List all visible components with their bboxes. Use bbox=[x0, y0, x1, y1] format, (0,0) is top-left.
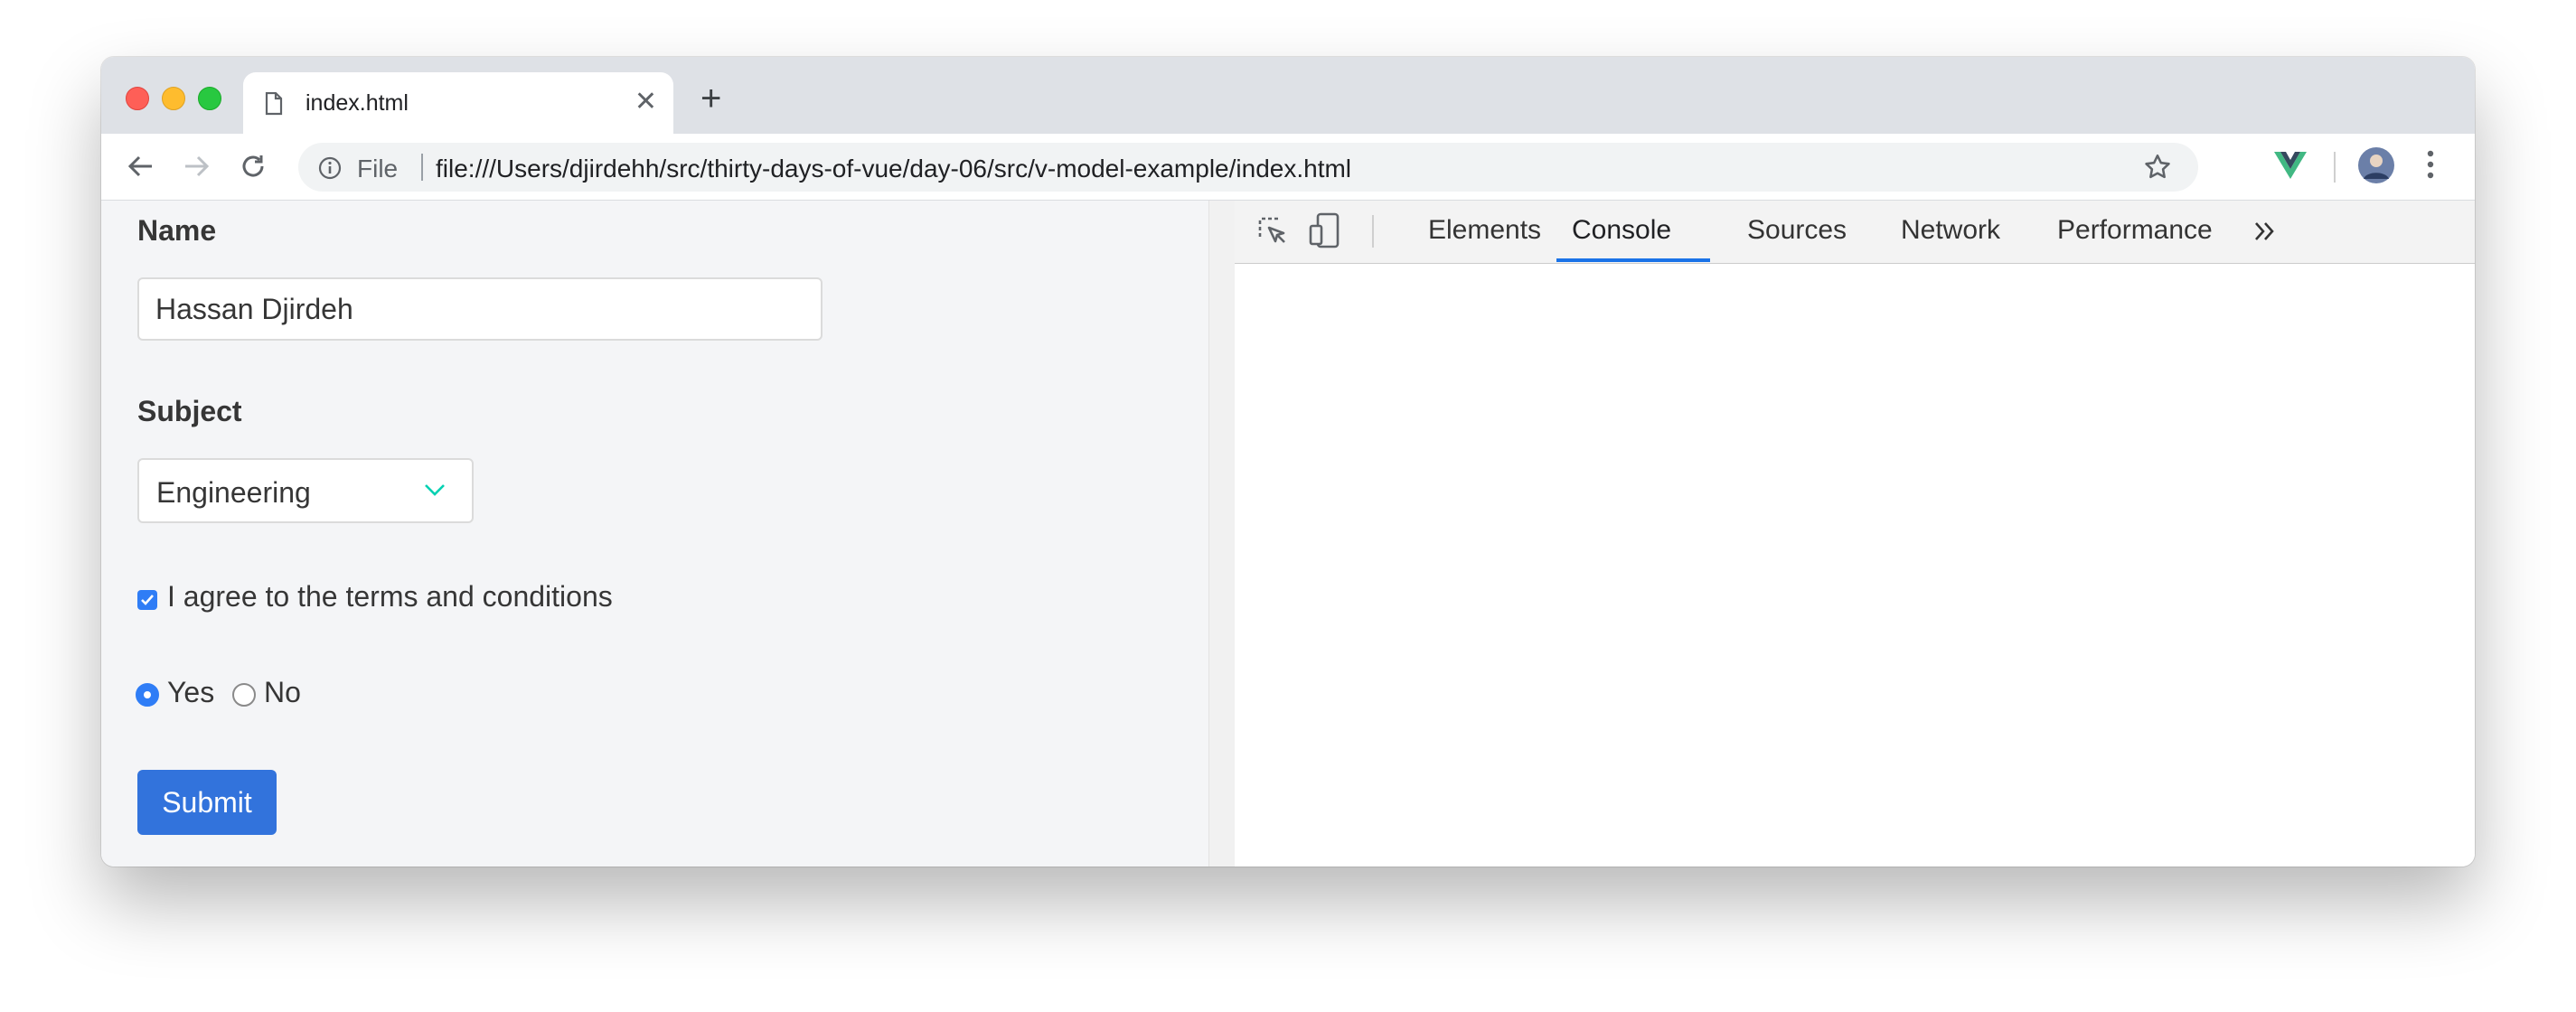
page-scrollbar[interactable] bbox=[1208, 201, 1236, 867]
more-tabs-icon[interactable] bbox=[2252, 219, 2278, 248]
minimize-window-button[interactable] bbox=[162, 87, 185, 110]
vue-devtools-icon[interactable] bbox=[2274, 150, 2307, 183]
checkmark-icon bbox=[141, 595, 154, 605]
devtools-divider bbox=[1372, 215, 1374, 248]
radio-yes-label[interactable]: Yes bbox=[167, 676, 214, 709]
device-toolbar-icon[interactable] bbox=[1309, 211, 1341, 254]
info-icon[interactable] bbox=[318, 156, 342, 184]
subject-select-value: Engineering bbox=[156, 476, 311, 509]
radio-no-label[interactable]: No bbox=[264, 676, 301, 709]
tab-network[interactable]: Network bbox=[1901, 215, 2000, 246]
more-vert-icon[interactable] bbox=[2426, 148, 2435, 185]
address-bar[interactable]: File file:///Users/djirdehh/src/thirty-d… bbox=[298, 143, 2198, 192]
reload-icon[interactable] bbox=[237, 150, 269, 183]
tab-title: index.html bbox=[306, 90, 409, 116]
name-input[interactable] bbox=[137, 277, 823, 341]
close-icon[interactable]: ✕ bbox=[635, 87, 657, 117]
subject-label: Subject bbox=[137, 395, 242, 427]
radio-no[interactable] bbox=[232, 683, 256, 707]
browser-window: index.html ✕ + File file:///Users/djirde… bbox=[101, 57, 2475, 867]
tab-elements[interactable]: Elements bbox=[1428, 215, 1541, 246]
active-tab-indicator bbox=[1556, 258, 1710, 262]
back-arrow-icon[interactable] bbox=[124, 150, 156, 183]
terms-checkbox[interactable] bbox=[137, 590, 157, 610]
devtools-tabbar: Elements Console Sources Network Perform… bbox=[1235, 201, 2475, 264]
browser-tab[interactable]: index.html ✕ bbox=[243, 72, 673, 134]
submit-button[interactable]: Submit bbox=[137, 770, 277, 835]
scheme-label: File bbox=[357, 155, 399, 183]
radio-yes[interactable] bbox=[136, 683, 159, 707]
tab-performance[interactable]: Performance bbox=[2057, 215, 2213, 246]
omnibox-divider bbox=[421, 154, 423, 181]
devtools-panel: Elements Console Sources Network Perform… bbox=[1235, 201, 2475, 867]
maximize-window-button[interactable] bbox=[198, 87, 221, 110]
terms-label[interactable]: I agree to the terms and conditions bbox=[167, 580, 613, 614]
close-window-button[interactable] bbox=[126, 87, 149, 110]
tab-strip: index.html ✕ + bbox=[101, 57, 2475, 134]
subject-select[interactable]: Engineering bbox=[137, 458, 474, 523]
avatar[interactable] bbox=[2357, 146, 2395, 189]
tab-console[interactable]: Console bbox=[1572, 215, 1671, 246]
chevron-down-icon bbox=[423, 480, 447, 504]
file-icon bbox=[265, 91, 283, 120]
star-icon[interactable] bbox=[2142, 152, 2173, 187]
forward-arrow-icon[interactable] bbox=[181, 150, 213, 183]
name-label: Name bbox=[137, 214, 217, 247]
toolbar-divider bbox=[2334, 152, 2336, 183]
browser-toolbar: File file:///Users/djirdehh/src/thirty-d… bbox=[101, 134, 2475, 201]
tab-sources[interactable]: Sources bbox=[1747, 215, 1847, 246]
plus-icon[interactable]: + bbox=[700, 80, 721, 117]
url-text[interactable]: file:///Users/djirdehh/src/thirty-days-o… bbox=[436, 155, 1351, 183]
page-content: Name Subject Engineering I agree to the … bbox=[101, 201, 1208, 867]
inspect-element-icon[interactable] bbox=[1256, 215, 1291, 254]
